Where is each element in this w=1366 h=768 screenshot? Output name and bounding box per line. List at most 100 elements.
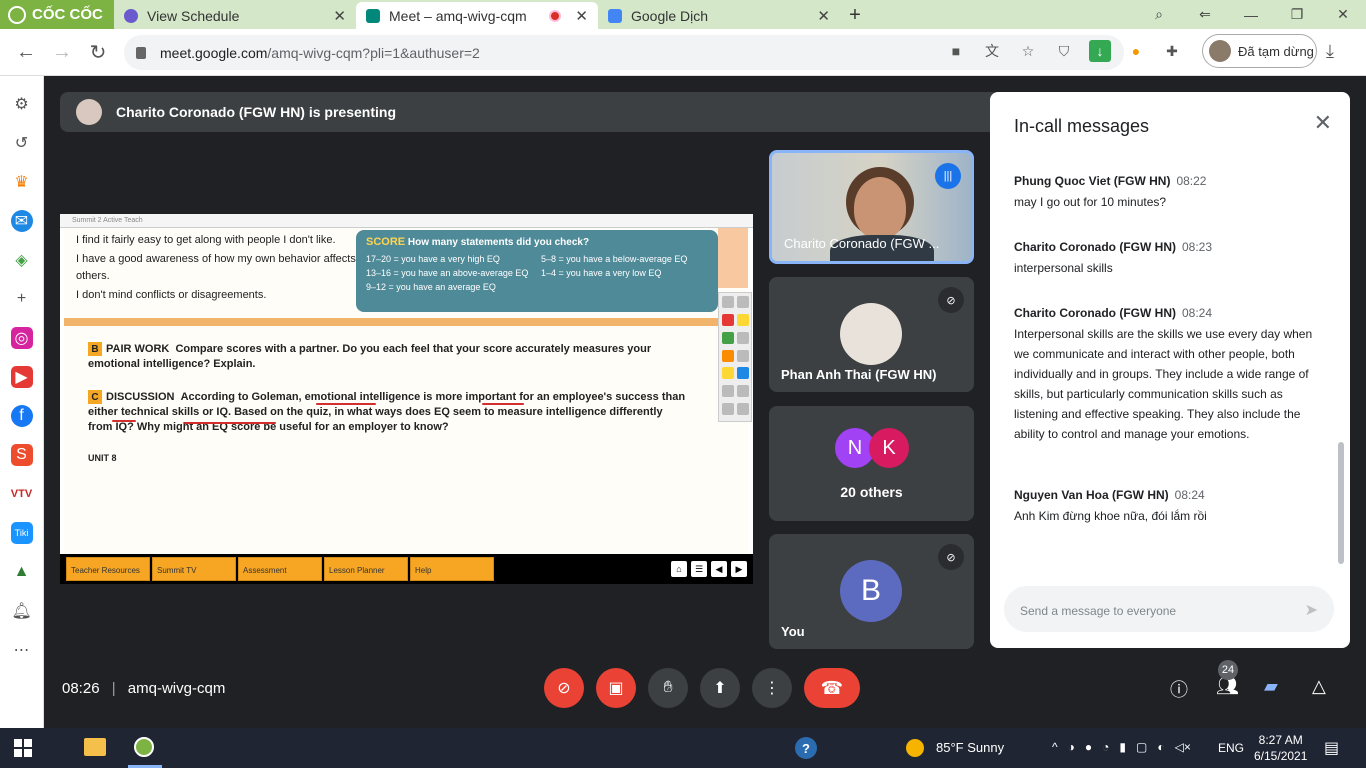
mic-toggle-button[interactable]: ⊘ [544, 668, 584, 708]
messenger-icon[interactable]: ✉ [10, 210, 33, 232]
prev-icon[interactable]: ◀ [711, 561, 727, 577]
back-tab-icon[interactable]: ⇐ [1182, 0, 1228, 29]
text-tool-icon[interactable] [737, 385, 749, 398]
lock-icon[interactable] [136, 46, 146, 59]
others-tile[interactable]: N K 20 others [769, 406, 974, 521]
facebook-icon[interactable]: f [10, 405, 33, 427]
more-icon[interactable]: ⋯ [11, 639, 33, 661]
tray-app-icon[interactable]: ● [1085, 740, 1092, 754]
info-icon[interactable]: ⓘ [1170, 676, 1188, 702]
coccoc-taskbar-icon[interactable] [134, 737, 154, 757]
participant-tile[interactable]: ⊘ Phan Anh Thai (FGW HN) [769, 277, 974, 392]
send-icon[interactable]: ➤ [1305, 600, 1318, 620]
crown-icon[interactable]: ♛ [11, 171, 33, 193]
new-tab-button[interactable]: + [840, 2, 870, 29]
language-indicator[interactable]: ENG [1218, 741, 1244, 755]
vtv-icon[interactable]: VTV [11, 483, 33, 505]
close-icon[interactable]: ✕ [1314, 110, 1332, 136]
tool-icon[interactable] [737, 367, 749, 380]
downloads-icon[interactable]: ⤓ [1326, 41, 1334, 62]
weather-text[interactable]: 85°F Sunny [936, 740, 1004, 755]
tool-icon[interactable] [737, 296, 749, 308]
more-options-button[interactable]: ⋮ [752, 668, 792, 708]
maximize-button[interactable]: ❐ [1274, 0, 1320, 29]
forward-icon[interactable]: → [44, 41, 80, 64]
camera-toggle-button[interactable]: ▣ [596, 668, 636, 708]
add-icon[interactable]: + [11, 288, 33, 310]
slide-tab[interactable]: Assessment [238, 557, 322, 581]
tool-icon[interactable] [722, 403, 734, 416]
clock[interactable]: 8:27 AM 6/15/2021 [1254, 732, 1307, 764]
next-icon[interactable]: ▶ [731, 561, 747, 577]
shared-screen[interactable]: Summit 2 Active Teach I find it fairly e… [60, 214, 753, 584]
close-window-button[interactable]: ✕ [1320, 0, 1366, 29]
slide-tab[interactable]: Help [410, 557, 494, 581]
camera-icon[interactable]: ■ [945, 40, 967, 62]
settings-icon[interactable]: ⚙ [11, 93, 33, 115]
grad-cap-icon[interactable]: ▲ [11, 561, 33, 583]
star-icon[interactable]: ☆ [1017, 40, 1039, 62]
history-icon[interactable]: ↺ [11, 132, 33, 154]
presenter-tile[interactable]: ||| Charito Coronado (FGW ... [769, 150, 974, 264]
close-tab-icon[interactable]: ✕ [817, 7, 830, 25]
minimize-button[interactable]: — [1228, 0, 1274, 29]
help-icon[interactable]: ? [795, 737, 817, 759]
notification-icon[interactable]: ▤ [1324, 738, 1339, 758]
search-tabs-icon[interactable]: ⌕ [1136, 0, 1182, 29]
chat-scrollbar[interactable] [1338, 442, 1344, 564]
leave-call-button[interactable]: ☎ [804, 668, 860, 708]
chat-icon[interactable]: ▰ [1264, 676, 1278, 697]
tray-app-icon[interactable]: ▢ [1136, 740, 1147, 754]
coccoc-brand[interactable]: CỐC CỐC [0, 0, 114, 29]
close-tab-icon[interactable]: ✕ [575, 7, 588, 25]
slide-tab[interactable]: Lesson Planner [324, 557, 408, 581]
extensions-icon[interactable]: ✚ [1161, 40, 1183, 62]
message-input[interactable]: Send a message to everyone ➤ [1004, 586, 1334, 632]
tool-icon[interactable] [722, 367, 734, 380]
windows-start-icon[interactable] [14, 739, 32, 757]
close-tab-icon[interactable]: ✕ [333, 7, 346, 25]
menu-icon[interactable]: ☰ [691, 561, 707, 577]
volume-icon[interactable]: ◁× [1175, 740, 1191, 754]
shopee-icon[interactable]: S [10, 444, 33, 466]
tool-icon[interactable] [722, 349, 734, 362]
youtube-icon[interactable]: ▶ [10, 366, 33, 388]
reload-icon[interactable]: ↻ [80, 40, 116, 65]
annotation-toolbar[interactable] [718, 292, 752, 422]
chat-title: In-call messages [1014, 116, 1150, 136]
file-explorer-icon[interactable] [84, 738, 106, 756]
tool-icon[interactable] [722, 385, 734, 398]
mic-tray-icon[interactable]: ▮ [1119, 740, 1126, 754]
translate-page-icon[interactable]: 文 [981, 40, 1003, 62]
warning-ext-icon[interactable]: ● [1125, 40, 1147, 62]
show-hidden-icon[interactable]: ^ [1052, 740, 1058, 754]
raise-hand-button[interactable]: ✋︎ [648, 668, 688, 708]
download-ext-icon[interactable]: ↓ [1089, 40, 1111, 62]
tool-icon[interactable] [722, 296, 734, 308]
wifi-icon[interactable]: ◔ [1102, 740, 1109, 754]
tab-google-translate[interactable]: Google Dịch ✕ [598, 2, 840, 29]
tool-icon[interactable] [722, 331, 734, 344]
pen-tool-icon[interactable] [722, 313, 734, 326]
tab-meet[interactable]: Meet – amq-wivg-cqm ✕ [356, 2, 598, 29]
tool-icon[interactable] [737, 403, 749, 416]
activities-icon[interactable]: △ [1312, 676, 1326, 697]
tray-app-icon[interactable]: ◐ [1157, 740, 1164, 754]
home-icon[interactable]: ⌂ [671, 561, 687, 577]
tool-icon[interactable] [737, 349, 749, 362]
gamepad-icon[interactable]: ◈ [11, 249, 33, 271]
back-icon[interactable]: ← [8, 41, 44, 64]
tool-icon[interactable] [737, 331, 749, 344]
tray-app-icon[interactable]: ◑ [1068, 740, 1075, 754]
tab-view-schedule[interactable]: View Schedule ✕ [114, 2, 356, 29]
shield-icon[interactable]: ⛉ [1053, 40, 1075, 62]
self-tile[interactable]: B ⊘ You [769, 534, 974, 649]
profile-button[interactable]: Đã tạm dừng [1202, 34, 1317, 68]
highlighter-tool-icon[interactable] [737, 313, 749, 326]
present-button[interactable]: ⬆ [700, 668, 740, 708]
slide-tab[interactable]: Teacher Resources [66, 557, 150, 581]
bell-icon[interactable]: 🔔︎ [11, 600, 33, 622]
instagram-icon[interactable]: ◎ [10, 327, 33, 349]
slide-tab[interactable]: Summit TV [152, 557, 236, 581]
tiki-icon[interactable]: Tiki [10, 522, 33, 544]
